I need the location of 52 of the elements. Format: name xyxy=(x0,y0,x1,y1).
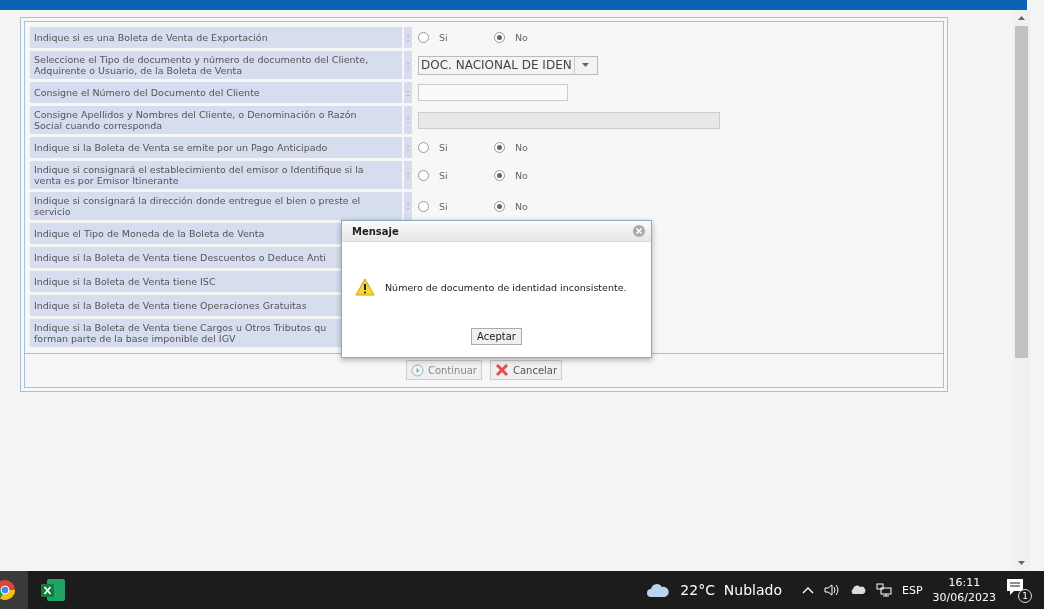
network-icon[interactable] xyxy=(876,583,892,597)
option-label: Si xyxy=(439,169,448,181)
colon-separator: : xyxy=(404,106,412,134)
field-label: Indique si consignará la dirección donde entregue el bien o preste el servicio xyxy=(30,192,402,220)
warning-icon xyxy=(355,278,375,296)
option-label: No xyxy=(515,142,528,153)
cross-icon xyxy=(494,363,509,377)
language-indicator[interactable]: ESP xyxy=(902,583,923,597)
chevron-up-icon[interactable] xyxy=(802,586,814,594)
weather-text[interactable]: 22°C Nublado xyxy=(680,582,782,598)
caret-icon xyxy=(582,63,590,67)
dialog-title: Mensaje xyxy=(352,225,399,237)
cancel-button[interactable]: Cancelar xyxy=(489,360,563,380)
colon-separator: : xyxy=(404,137,412,158)
option-label: No xyxy=(515,32,528,43)
option-label: Si xyxy=(439,142,448,153)
field-label: Indique si es una Boleta de Venta de Exportación xyxy=(30,27,402,48)
field-label: Seleccione el Tipo de documento y número de documento del Cliente, Adquirente o Usuario, de la Boleta de Venta xyxy=(30,51,402,79)
radio-button[interactable] xyxy=(494,32,505,43)
option-label: No xyxy=(515,169,528,181)
colon-separator: : xyxy=(404,192,412,220)
field-label: Consigne el Número del Documento del Cliente xyxy=(30,82,402,103)
radio-button[interactable] xyxy=(418,32,429,43)
colon-separator: : xyxy=(404,161,412,189)
cloud-icon[interactable] xyxy=(850,585,866,595)
clock[interactable]: 16:11 30/06/2023 xyxy=(932,575,996,605)
option-label: Si xyxy=(439,200,448,212)
colon-separator: : xyxy=(404,82,412,103)
colon-separator: : xyxy=(404,51,412,79)
radio-button[interactable] xyxy=(418,200,429,212)
radio-button[interactable] xyxy=(494,169,505,181)
browser-icon[interactable] xyxy=(0,579,18,601)
radio-button[interactable] xyxy=(494,142,505,153)
text-field[interactable] xyxy=(418,84,568,101)
field-label: Indique si consignará el establecimiento del emisor o Identifique si la venta es por Emisor Itinerante xyxy=(30,161,402,189)
option-label: Si xyxy=(439,32,448,43)
notification-badge: 1 xyxy=(1018,589,1032,603)
spreadsheet-icon[interactable] xyxy=(40,578,66,602)
accept-button[interactable]: Aceptar xyxy=(471,328,522,345)
play-icon xyxy=(410,363,424,377)
field-label: Indique si la Boleta de Venta se emite por un Pago Anticipado xyxy=(30,137,402,158)
radio-button[interactable] xyxy=(418,169,429,181)
colon-separator: : xyxy=(404,27,412,48)
notification-icon[interactable] xyxy=(1006,578,1024,596)
radio-button[interactable] xyxy=(494,200,505,212)
radio-button[interactable] xyxy=(418,142,429,153)
speaker-icon[interactable] xyxy=(824,583,840,597)
cloud-icon[interactable] xyxy=(646,582,671,598)
field-label: Consigne Apellidos y Nombres del Cliente, o Denominación o Razón Social cuando corresponda xyxy=(30,106,402,134)
option-label: No xyxy=(515,200,528,212)
document-type-dropdown[interactable]: DOC. NACIONAL DE IDEN xyxy=(418,55,598,75)
scrollbar[interactable] xyxy=(1013,10,1030,571)
